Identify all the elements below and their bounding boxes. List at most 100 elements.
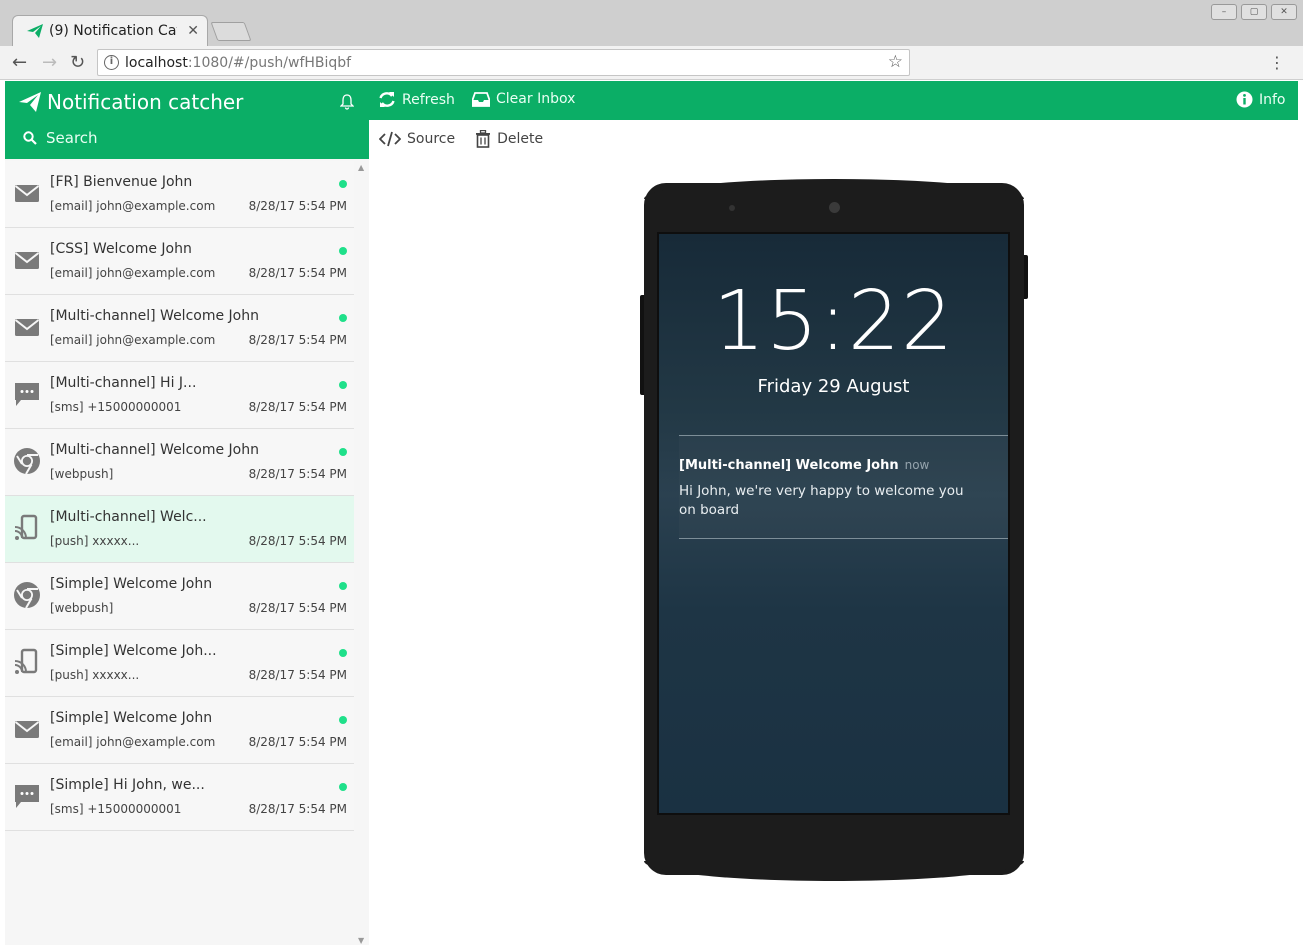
unread-dot	[339, 180, 347, 188]
notification-date: 8/28/17 5:54 PM	[248, 333, 347, 347]
email-icon	[13, 246, 41, 274]
notification-recipient: [email] john@example.com	[50, 333, 216, 347]
unread-dot	[339, 582, 347, 590]
info-label: Info	[1259, 91, 1286, 108]
phone-bottom	[644, 861, 1024, 881]
notification-date: 8/28/17 5:54 PM	[248, 400, 347, 414]
info-button[interactable]: Info	[1236, 91, 1286, 108]
back-arrow-icon[interactable]: ←	[12, 52, 27, 73]
source-button[interactable]: Source	[379, 130, 455, 148]
delete-label: Delete	[497, 131, 544, 147]
close-icon[interactable]: ✕	[187, 23, 199, 39]
forward-arrow-icon[interactable]: →	[42, 52, 57, 73]
paper-plane-icon	[27, 24, 43, 38]
reload-icon[interactable]: ↻	[70, 52, 85, 73]
bell-icon[interactable]	[340, 94, 354, 110]
clear-inbox-button[interactable]: Clear Inbox	[472, 91, 575, 107]
notification-list-item[interactable]: [Multi-channel] Welc... [push] xxxxx... 8/…	[5, 496, 354, 563]
app: Notification catcher Search [FR] Bienven…	[5, 81, 1298, 945]
notification-recipient: [sms] +15000000001	[50, 802, 182, 816]
scroll-down-icon[interactable]: ▼	[358, 936, 364, 945]
main-header: Refresh Clear Inbox Info	[369, 81, 1298, 120]
notification-list-item[interactable]: [Simple] Welcome John [webpush] 8/28/17 5:…	[5, 563, 354, 630]
sidebar: Notification catcher Search [FR] Bienven…	[5, 81, 369, 945]
notification-date: 8/28/17 5:54 PM	[248, 601, 347, 615]
scrollbar[interactable]: ▲ ▼	[354, 161, 369, 945]
notification-subject: [Simple] Welcome John	[50, 576, 213, 592]
notification-recipient: [push] xxxxx...	[50, 668, 140, 682]
refresh-label: Refresh	[402, 91, 455, 108]
push-title-text: [Multi-channel] Welcome John	[679, 458, 899, 473]
notification-subject: [Simple] Welcome John	[50, 710, 213, 726]
unread-dot	[339, 448, 347, 456]
refresh-icon	[379, 92, 395, 107]
sidebar-header: Notification catcher Search	[5, 81, 369, 159]
push-notification: [Multi-channel] Welcome John now Hi John,…	[679, 435, 1008, 539]
notification-list-item[interactable]: [Multi-channel] Hi J... [sms] +1500000000…	[5, 362, 354, 429]
main-panel: Refresh Clear Inbox Info Source Delete 1…	[369, 81, 1298, 945]
notification-recipient: [sms] +15000000001	[50, 400, 182, 414]
push-icon	[13, 648, 41, 676]
scroll-up-icon[interactable]: ▲	[358, 163, 364, 172]
lockscreen-clock: 15:22	[712, 274, 955, 369]
browser-tab[interactable]: (9) Notification Cat ✕	[12, 15, 208, 46]
email-icon	[13, 313, 41, 341]
brand: Notification catcher	[19, 90, 243, 114]
notification-subject: [Multi-channel] Welcome John	[50, 308, 259, 324]
notification-date: 8/28/17 5:54 PM	[248, 735, 347, 749]
info-icon	[1236, 91, 1253, 108]
browser-menu-icon[interactable]: ⋮	[1269, 53, 1285, 72]
unread-dot	[339, 649, 347, 657]
code-icon	[379, 131, 401, 147]
tab-title: (9) Notification Cat	[49, 23, 177, 39]
unread-dot	[339, 314, 347, 322]
notification-date: 8/28/17 5:54 PM	[248, 668, 347, 682]
notification-list-item[interactable]: [Multi-channel] Welcome John [email] john…	[5, 295, 354, 362]
notification-date: 8/28/17 5:54 PM	[248, 266, 347, 280]
phone-top	[644, 179, 1024, 199]
delete-button[interactable]: Delete	[475, 130, 543, 148]
maximize-button[interactable]: ▢	[1241, 4, 1267, 20]
notification-subject: [Multi-channel] Welc...	[50, 509, 207, 525]
refresh-button[interactable]: Refresh	[378, 91, 455, 108]
phone-camera	[829, 202, 840, 213]
notification-list-item[interactable]: [Simple] Hi John, we... [sms] +1500000000…	[5, 764, 354, 831]
browser-toolbar: ← → ↻ i localhost:1080/#/push/wfHBiqbf ☆…	[0, 46, 1303, 80]
unread-dot	[339, 247, 347, 255]
notification-subject: [FR] Bienvenue John	[50, 174, 193, 190]
lockscreen-date: Friday 29 August	[757, 376, 910, 397]
preview-toolbar: Source Delete	[379, 130, 543, 148]
push-notification-title: [Multi-channel] Welcome John now	[679, 458, 929, 473]
notification-list-item[interactable]: [Multi-channel] Welcome John [webpush] 8/2…	[5, 429, 354, 496]
email-icon	[13, 715, 41, 743]
new-tab-button[interactable]	[210, 22, 252, 41]
search-label: Search	[46, 129, 98, 147]
notification-list-item[interactable]: [CSS] Welcome John [email] john@example.c…	[5, 228, 354, 295]
bookmark-star-icon[interactable]: ☆	[888, 52, 903, 72]
search-input[interactable]: Search	[23, 129, 98, 147]
chrome-icon	[13, 581, 41, 609]
address-bar[interactable]: i localhost:1080/#/push/wfHBiqbf ☆	[97, 49, 910, 76]
clear-inbox-label: Clear Inbox	[496, 91, 576, 107]
trash-icon	[476, 130, 491, 148]
notification-list-item[interactable]: [Simple] Welcome John [email] john@exampl…	[5, 697, 354, 764]
notification-recipient: [push] xxxxx...	[50, 534, 140, 548]
push-icon	[13, 514, 41, 542]
window-close-button[interactable]: ✕	[1271, 4, 1297, 20]
notification-list-item[interactable]: [FR] Bienvenue John [email] john@example.…	[5, 161, 354, 228]
email-icon	[13, 179, 41, 207]
site-info-icon[interactable]: i	[104, 55, 119, 70]
notification-recipient: [email] john@example.com	[50, 266, 216, 280]
search-icon	[23, 131, 37, 145]
unread-dot	[339, 716, 347, 724]
notification-subject: [Multi-channel] Hi J...	[50, 375, 197, 391]
notification-subject: [Multi-channel] Welcome John	[50, 442, 259, 458]
notification-list-item[interactable]: [Simple] Welcome Joh... [push] xxxxx... 8/…	[5, 630, 354, 697]
notification-recipient: [webpush]	[50, 601, 114, 615]
minimize-button[interactable]: –	[1211, 4, 1237, 20]
url-host: localhost	[125, 54, 188, 71]
phone-preview: 15:22 Friday 29 August [Multi-channel] W…	[640, 179, 1028, 881]
notification-recipient: [email] john@example.com	[50, 735, 216, 749]
notification-date: 8/28/17 5:54 PM	[248, 534, 347, 548]
inbox-icon	[472, 91, 490, 107]
